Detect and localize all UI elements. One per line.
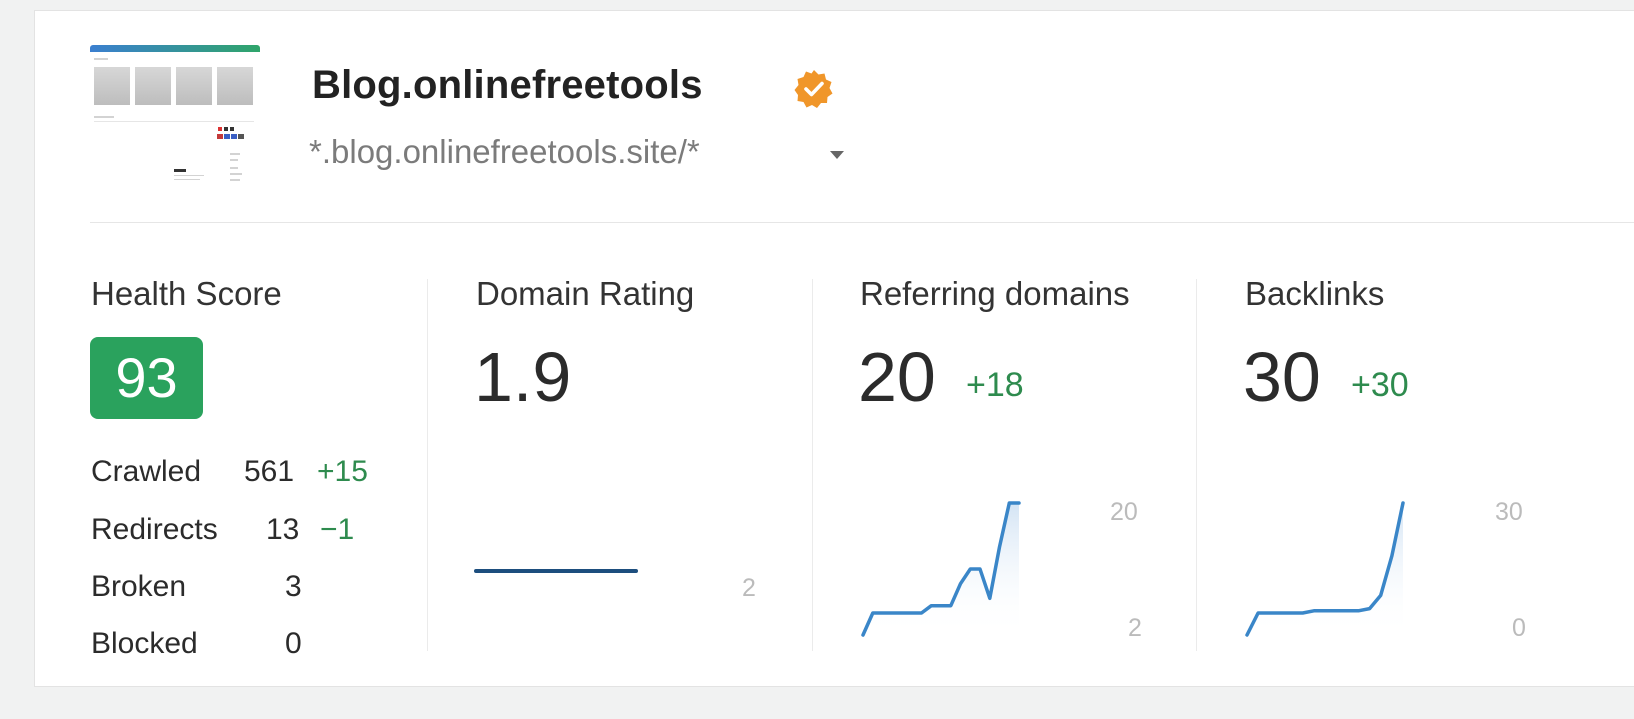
caret-down-icon[interactable] [830,151,844,159]
domain-rating-sparkline[interactable] [474,531,638,611]
backlinks-label: Backlinks [1245,275,1385,312]
stat-blocked-label[interactable]: Blocked [91,627,198,661]
column-divider [1196,279,1197,651]
stat-crawled-label[interactable]: Crawled [91,455,201,489]
backlinks-sparkline[interactable] [1245,501,1405,637]
referring-domains-label: Referring domains [860,275,1130,312]
referring-domains-axis-max: 20 [1110,498,1138,526]
stat-broken-value[interactable]: 3 [285,570,302,604]
referring-domains-value[interactable]: 20 [858,337,936,417]
column-divider [427,279,428,651]
verified-badge-icon [794,70,833,108]
column-divider [812,279,813,651]
backlinks-value[interactable]: 30 [1243,337,1321,417]
header-divider [90,222,1634,223]
referring-domains-axis-min: 2 [1128,614,1142,642]
domain-rating-value[interactable]: 1.9 [474,337,571,417]
stat-blocked-value[interactable]: 0 [285,627,302,661]
health-score-badge[interactable]: 93 [90,337,203,419]
site-thumbnail[interactable] [90,45,260,187]
referring-domains-delta: +18 [966,366,1024,404]
site-overview-card: Blog.onlinefreetools *.blog.onlinefreeto… [34,10,1634,687]
stat-redirects-delta: −1 [320,513,355,546]
stat-crawled-delta: +15 [317,455,368,488]
stat-broken-label[interactable]: Broken [91,570,186,604]
thumbnail-header-bar [90,45,260,52]
health-score-label: Health Score [91,275,282,312]
backlinks-axis-max: 30 [1495,498,1523,526]
sparkline-area [1247,503,1403,637]
site-url[interactable]: *.blog.onlinefreetools.site/* [309,133,700,171]
backlinks-delta: +30 [1351,366,1409,404]
stat-redirects-label[interactable]: Redirects [91,513,218,547]
stat-crawled-value[interactable]: 561 [244,455,294,489]
backlinks-axis-min: 0 [1512,614,1526,642]
stat-redirects-value[interactable]: 13 [266,513,299,547]
domain-rating-label: Domain Rating [476,275,695,312]
referring-domains-sparkline[interactable] [861,501,1021,637]
site-title[interactable]: Blog.onlinefreetools [312,63,703,108]
domain-rating-axis-max: 2 [742,574,756,602]
